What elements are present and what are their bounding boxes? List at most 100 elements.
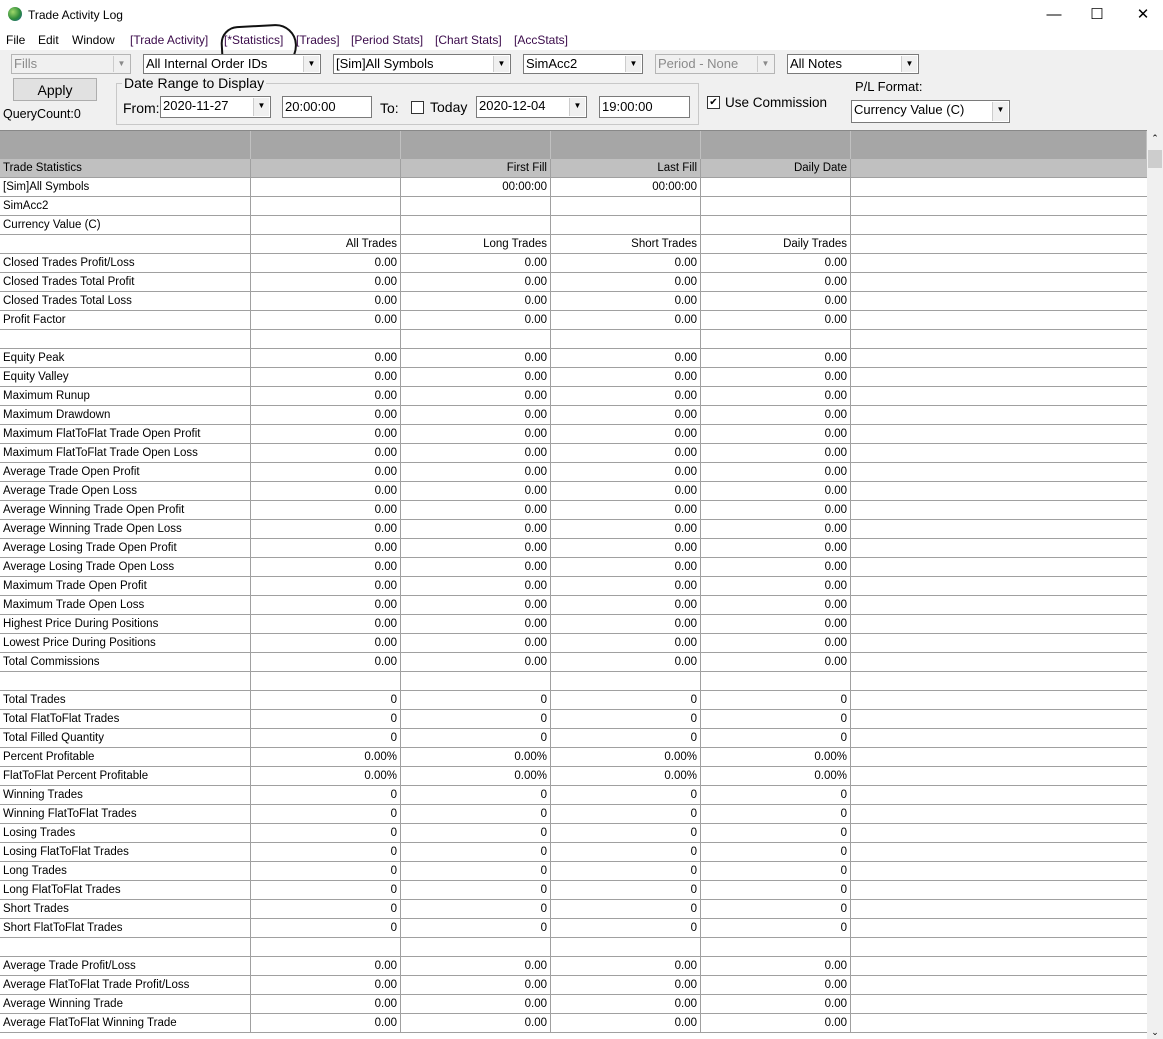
cell-value: Daily Date — [701, 159, 851, 177]
tab-chart-stats[interactable]: [Chart Stats] — [435, 33, 502, 47]
menu-window[interactable]: Window — [72, 33, 115, 47]
period-value: Period - None — [658, 56, 739, 71]
table-row: All Trades Long Trades Short Trades Daily T… — [0, 235, 1147, 254]
chevron-down-icon[interactable]: ▼ — [992, 102, 1008, 121]
scroll-up-icon[interactable]: ⌃ — [1147, 130, 1163, 146]
cell-value: 0.00 — [551, 273, 701, 291]
symbols-select[interactable]: [Sim]All Symbols ▼ — [333, 54, 511, 74]
cell-value: 00:00:00 — [551, 178, 701, 196]
cell-value: 0.00% — [701, 748, 851, 766]
symbols-value: [Sim]All Symbols — [336, 56, 434, 71]
pl-format-select[interactable]: Currency Value (C) ▼ — [851, 100, 1010, 123]
cell-value — [701, 672, 851, 690]
cell-value: 0 — [551, 824, 701, 842]
chevron-down-icon[interactable]: ▼ — [625, 56, 641, 72]
cell-value — [251, 178, 401, 196]
row-label: Long Trades — [0, 862, 251, 880]
cell-value: 0.00 — [701, 387, 851, 405]
account-value: SimAcc2 — [526, 56, 578, 71]
notes-select[interactable]: All Notes ▼ — [787, 54, 919, 74]
maximize-button[interactable]: ☐ — [1082, 4, 1112, 26]
row-label — [0, 672, 251, 690]
row-label: Profit Factor — [0, 311, 251, 329]
cell-value: 0 — [701, 729, 851, 747]
tab-accstats[interactable]: [AccStats] — [514, 33, 568, 47]
cell-value — [851, 919, 1147, 937]
cell-value — [551, 197, 701, 215]
row-label: Average Trade Profit/Loss — [0, 957, 251, 975]
table-row: Average Trade Open Loss 0.00 0.00 0.00 0.00 — [0, 482, 1147, 501]
apply-button[interactable]: Apply — [13, 78, 97, 101]
today-checkbox[interactable] — [411, 101, 424, 114]
cell-value: 0 — [251, 805, 401, 823]
tab-trade-activity[interactable]: [Trade Activity] — [130, 33, 208, 47]
cell-value: Long Trades — [401, 235, 551, 253]
scrollbar-thumb[interactable] — [1148, 150, 1162, 168]
cell-value — [851, 292, 1147, 310]
to-date-value: 2020-12-04 — [479, 98, 546, 113]
cell-value: 0 — [701, 805, 851, 823]
scroll-down-icon[interactable]: ⌄ — [1147, 1027, 1163, 1038]
close-button[interactable]: ✕ — [1128, 4, 1158, 26]
chevron-down-icon[interactable]: ▼ — [253, 98, 269, 116]
cell-value: 0.00 — [401, 349, 551, 367]
cell-value: 0.00 — [401, 482, 551, 500]
minimize-button[interactable]: — — [1039, 4, 1069, 26]
cell-value: 0 — [401, 710, 551, 728]
use-commission-checkbox[interactable]: ✔ — [707, 96, 720, 109]
cell-value: 0 — [251, 862, 401, 880]
chevron-down-icon[interactable]: ▼ — [493, 56, 509, 72]
cell-value — [851, 387, 1147, 405]
table-row: Lowest Price During Positions 0.00 0.00 0.0… — [0, 634, 1147, 653]
cell-value: 0 — [551, 862, 701, 880]
tab-trades[interactable]: [Trades] — [296, 33, 340, 47]
cell-value: 0 — [401, 786, 551, 804]
cell-value: 0 — [401, 881, 551, 899]
cell-value — [251, 672, 401, 690]
cell-value — [851, 596, 1147, 614]
chevron-down-icon[interactable]: ▼ — [569, 98, 585, 116]
table-row: Total Trades 0 0 0 0 — [0, 691, 1147, 710]
cell-value: 0 — [551, 900, 701, 918]
row-label: Losing Trades — [0, 824, 251, 842]
pl-format-value: Currency Value (C) — [854, 102, 965, 117]
row-label: Average FlatToFlat Trade Profit/Loss — [0, 976, 251, 994]
from-time-input[interactable]: 20:00:00 — [282, 96, 372, 118]
cell-value — [251, 159, 401, 177]
pl-format-label: P/L Format: — [855, 79, 923, 94]
cell-value: 0.00 — [701, 634, 851, 652]
cell-value — [851, 197, 1147, 215]
to-label: To: — [380, 100, 399, 116]
cell-value: 0 — [251, 919, 401, 937]
menu-file[interactable]: File — [6, 33, 25, 47]
cell-value: 0.00 — [401, 368, 551, 386]
chevron-down-icon[interactable]: ▼ — [901, 56, 917, 72]
account-select[interactable]: SimAcc2 ▼ — [523, 54, 643, 74]
cell-value: 0.00 — [701, 444, 851, 462]
from-date-picker[interactable]: 2020-11-27 ▼ — [160, 96, 271, 118]
cell-value: 0.00 — [401, 463, 551, 481]
to-time-input[interactable]: 19:00:00 — [599, 96, 690, 118]
to-date-picker[interactable]: 2020-12-04 ▼ — [476, 96, 587, 118]
cell-value: 0.00 — [251, 520, 401, 538]
cell-value: 0.00 — [401, 254, 551, 272]
cell-value: 0 — [251, 824, 401, 842]
cell-value — [851, 235, 1147, 253]
menu-edit[interactable]: Edit — [38, 33, 59, 47]
row-label — [0, 938, 251, 956]
cell-value: 0 — [701, 900, 851, 918]
chevron-down-icon[interactable]: ▼ — [303, 56, 319, 72]
cell-value: 0.00% — [251, 748, 401, 766]
cell-value — [401, 330, 551, 348]
table-row: Average Losing Trade Open Loss 0.00 0.00 0.… — [0, 558, 1147, 577]
cell-value: 0 — [701, 843, 851, 861]
app-globe-icon — [8, 7, 22, 21]
vertical-scrollbar[interactable]: ⌃ ⌄ — [1147, 130, 1163, 1038]
row-label: Highest Price During Positions — [0, 615, 251, 633]
cell-value: 0.00 — [701, 539, 851, 557]
cell-value: 0.00% — [401, 767, 551, 785]
order-ids-select[interactable]: All Internal Order IDs ▼ — [143, 54, 321, 74]
tab-period-stats[interactable]: [Period Stats] — [351, 33, 423, 47]
cell-value: 0.00 — [251, 368, 401, 386]
cell-value: 0.00 — [551, 596, 701, 614]
